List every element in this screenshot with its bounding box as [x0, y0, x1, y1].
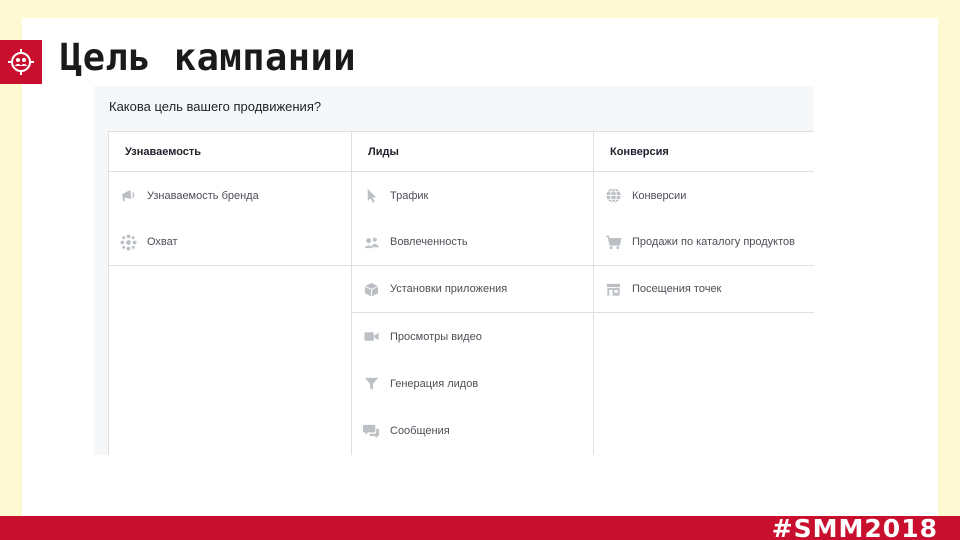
column-leads: Лиды Трафик Вовлеченность Установки прил…	[352, 132, 594, 455]
column-conversion: Конверсия Конверсии Продажи по каталогу …	[594, 132, 814, 455]
objective-label: Охват	[147, 236, 178, 248]
slide-title: Цель кампании	[60, 36, 357, 79]
objective-label: Трафик	[390, 189, 429, 202]
objective-messages[interactable]: Сообщения	[352, 407, 593, 454]
chat-bubbles-icon	[362, 422, 380, 440]
funnel-icon	[362, 375, 380, 393]
objective-lead-generation[interactable]: Генерация лидов	[352, 360, 593, 407]
target-people-icon	[8, 49, 34, 75]
objective-question: Какова цель вашего продвижения?	[109, 99, 322, 114]
objective-label: Продажи по каталогу продуктов	[632, 236, 795, 248]
cart-icon	[604, 233, 622, 251]
objective-label: Сообщения	[390, 424, 450, 437]
objective-picker-panel: Какова цель вашего продвижения? Узнаваем…	[94, 86, 814, 455]
objective-label: Вовлеченность	[390, 236, 468, 248]
reach-icon	[119, 233, 137, 251]
column-header-awareness: Узнаваемость	[109, 132, 351, 172]
objective-conversions[interactable]: Конверсии	[594, 172, 814, 219]
objective-label: Установки приложения	[390, 283, 508, 295]
objective-video-views[interactable]: Просмотры видео	[352, 313, 593, 360]
column-header-conversion: Конверсия	[594, 132, 814, 172]
objective-label: Просмотры видео	[390, 330, 482, 343]
objective-app-installs[interactable]: Установки приложения	[352, 266, 593, 313]
people-icon	[362, 233, 380, 251]
column-awareness: Узнаваемость Узнаваемость бренда Охват	[109, 132, 352, 455]
video-camera-icon	[362, 328, 380, 346]
megaphone-icon	[119, 187, 137, 205]
objective-engagement[interactable]: Вовлеченность	[352, 219, 593, 266]
box-icon	[362, 280, 380, 298]
objective-grid: Узнаваемость Узнаваемость бренда Охват Л…	[108, 131, 814, 455]
objective-label: Генерация лидов	[390, 377, 479, 390]
objective-label: Узнаваемость бренда	[147, 189, 259, 202]
objective-label: Конверсии	[632, 189, 687, 202]
globe-icon	[604, 187, 622, 205]
objective-store-visits[interactable]: Посещения точек	[594, 266, 814, 313]
column-header-leads: Лиды	[352, 132, 593, 172]
brand-logo	[0, 40, 42, 84]
objective-brand-awareness[interactable]: Узнаваемость бренда	[109, 172, 351, 219]
objective-catalog-sales[interactable]: Продажи по каталогу продуктов	[594, 219, 814, 266]
event-hashtag: #SMM2018	[771, 514, 938, 540]
objective-reach[interactable]: Охват	[109, 219, 351, 266]
cursor-icon	[362, 187, 380, 205]
store-icon	[604, 280, 622, 298]
objective-label: Посещения точек	[632, 283, 722, 295]
objective-traffic[interactable]: Трафик	[352, 172, 593, 219]
